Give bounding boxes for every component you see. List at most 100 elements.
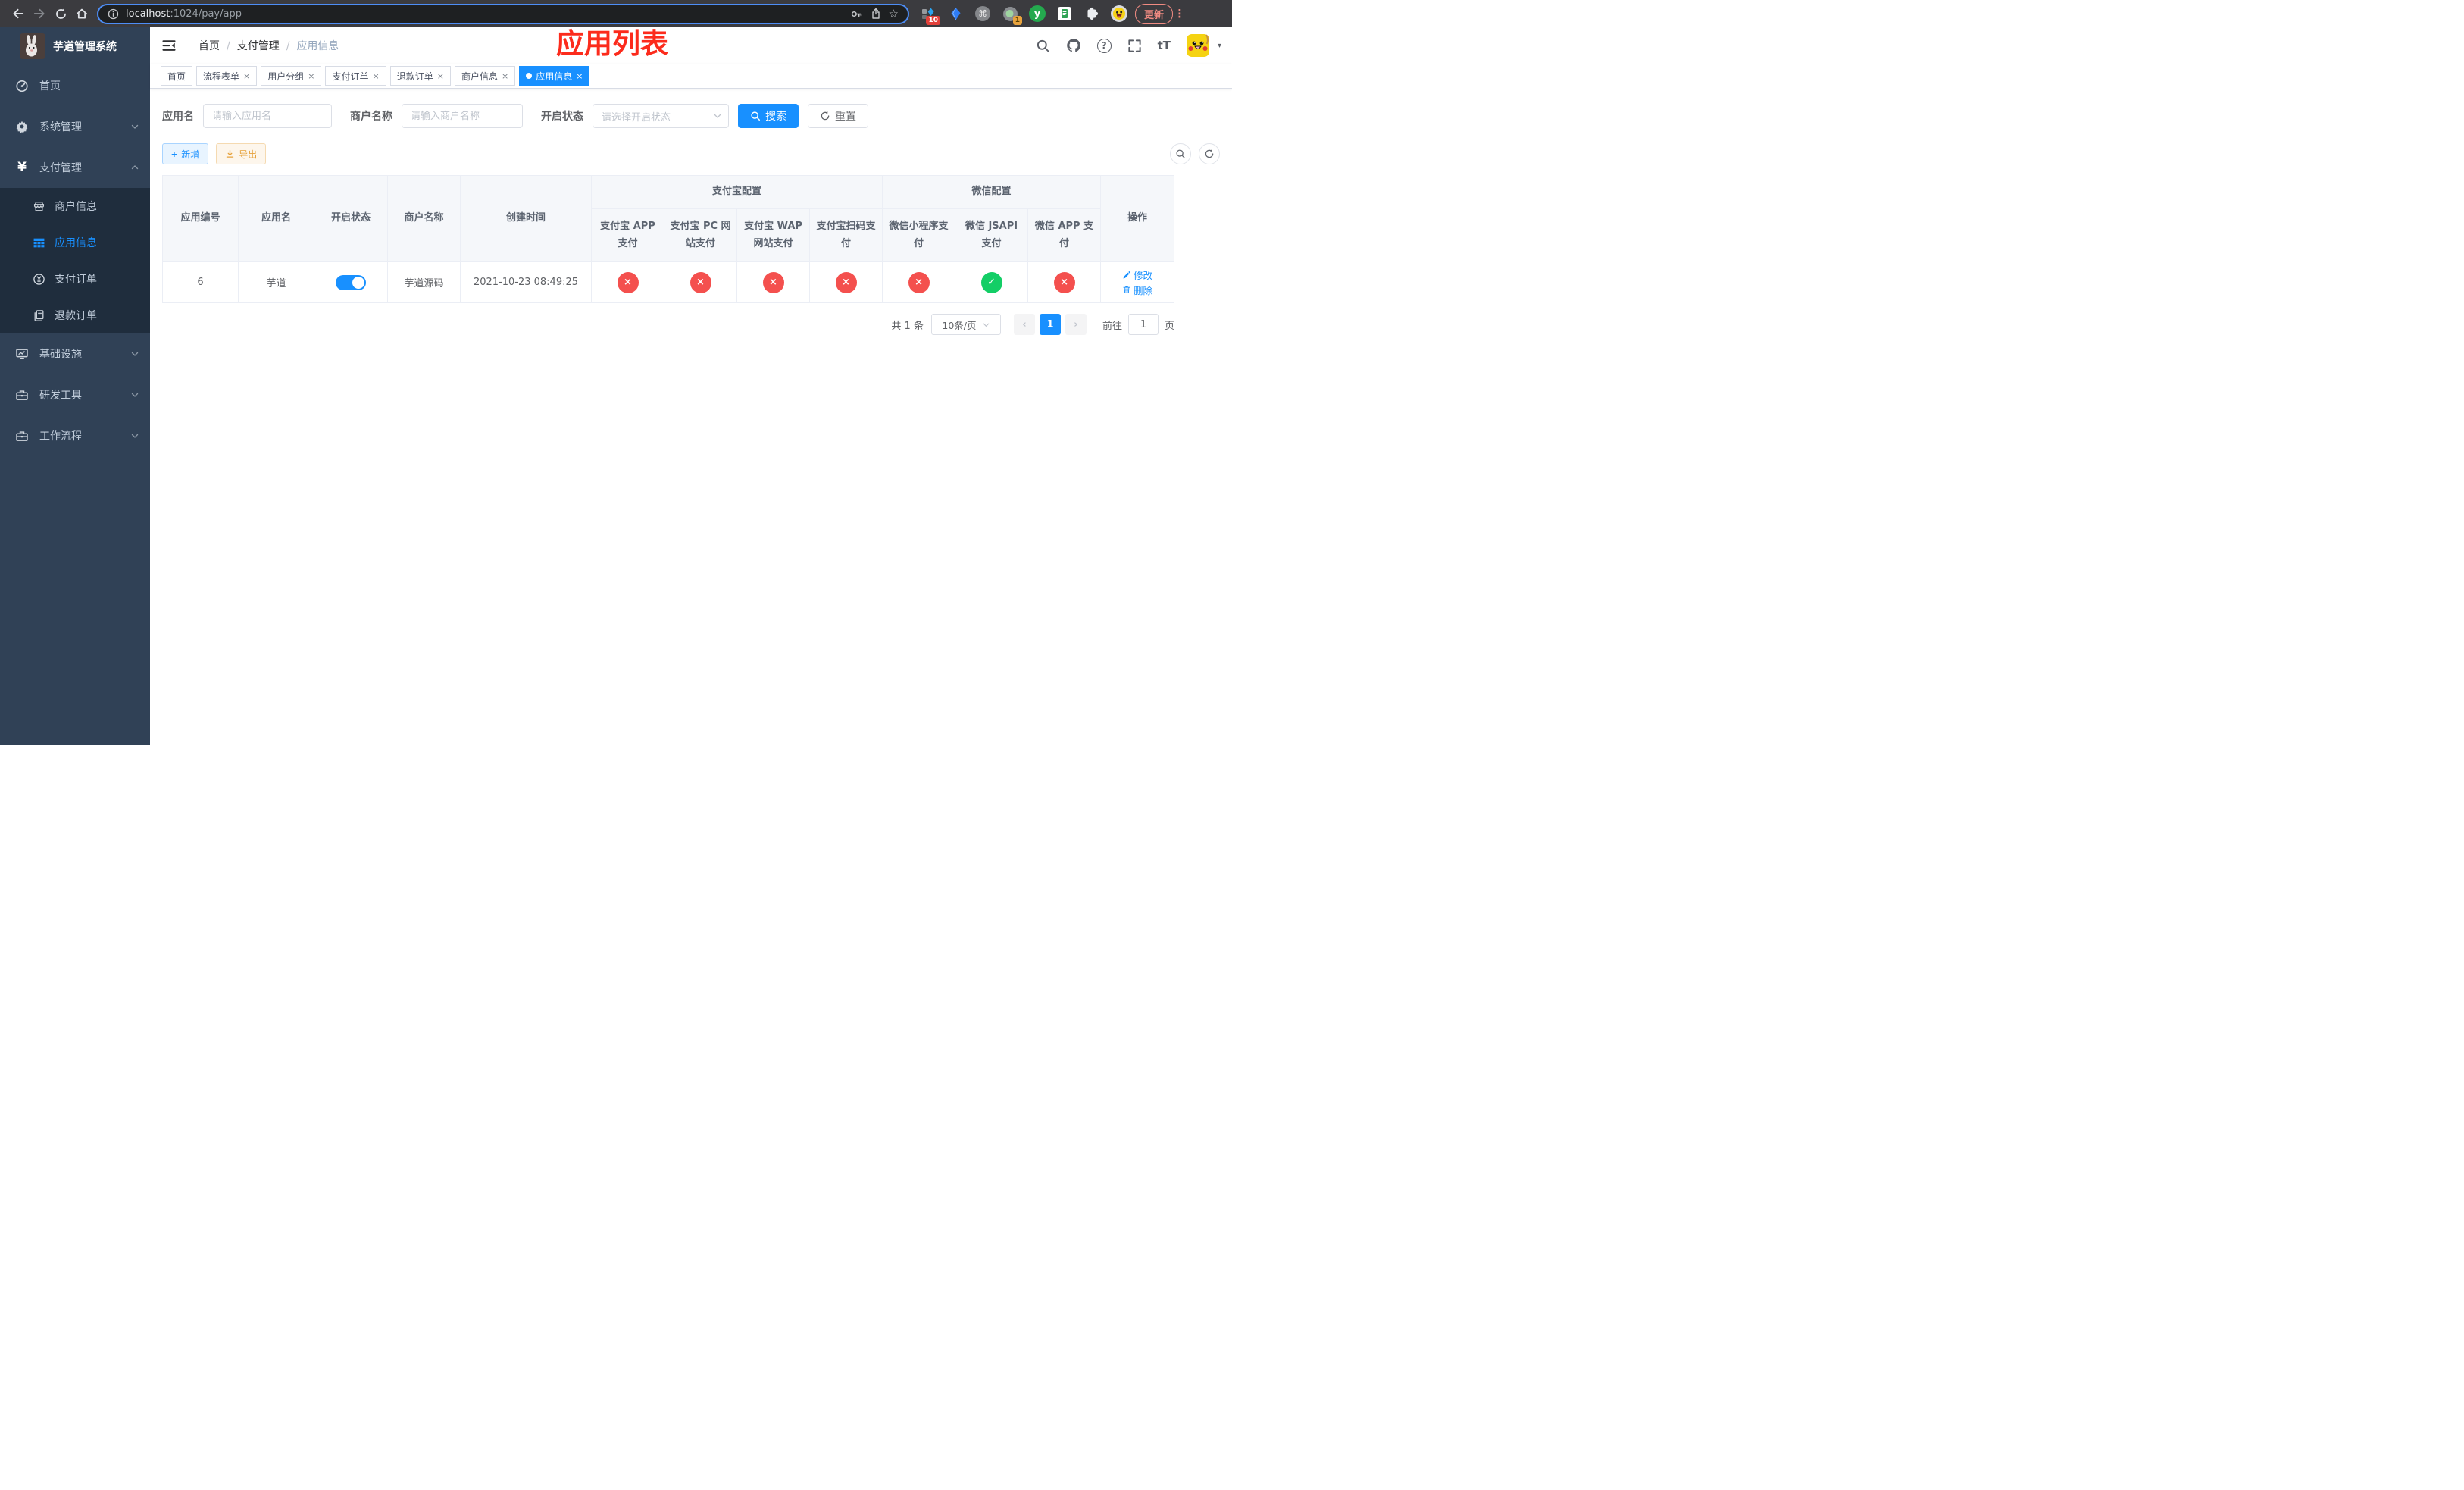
sidebar-item-home[interactable]: 首页 <box>0 65 150 106</box>
col-alipay-app: 支付宝 APP 支付 <box>591 208 664 262</box>
chevron-down-icon <box>130 349 139 358</box>
app-logo[interactable]: 芋道管理系统 <box>0 27 150 65</box>
next-page-button[interactable]: › <box>1065 314 1087 335</box>
extension-badge: 1 <box>1012 16 1022 25</box>
extension-kite-icon[interactable] <box>947 5 964 22</box>
sidebar-item-label: 基础设施 <box>39 349 82 361</box>
user-avatar[interactable] <box>1186 34 1209 57</box>
help-icon[interactable] <box>1096 38 1112 53</box>
status-label: 开启状态 <box>541 111 583 123</box>
page-1-button[interactable]: 1 <box>1039 314 1061 335</box>
close-icon[interactable] <box>373 71 380 81</box>
filter-form: 应用名 商户名称 开启状态 请选择开启状态 <box>162 104 1220 128</box>
download-icon <box>225 149 235 159</box>
sidebar: 芋道管理系统 首页 系统管理 ¥ 支付管理 商户信息 应用信息 支付订单 退款订… <box>0 27 150 745</box>
close-icon[interactable] <box>243 71 250 81</box>
sidebar-item-system[interactable]: 系统管理 <box>0 106 150 147</box>
sidebar-item-label: 支付管理 <box>39 162 82 174</box>
pagination-total: 共 1 条 <box>891 320 924 332</box>
tab-process-form[interactable]: 流程表单 <box>196 66 258 86</box>
reload-icon[interactable] <box>50 3 71 24</box>
tab-app-info[interactable]: 应用信息 <box>519 66 590 86</box>
close-icon[interactable] <box>308 71 314 81</box>
app-table: 应用编号 应用名 开启状态 商户名称 创建时间 支付宝配置 微信配置 操作 支付… <box>162 175 1175 303</box>
add-button[interactable]: 新增 <box>162 143 209 164</box>
tab-pay-order[interactable]: 支付订单 <box>325 66 386 86</box>
font-size-icon[interactable] <box>1158 39 1171 52</box>
tags-view: 首页 流程表单 用户分组 支付订单 退款订单 商户信息 应用信息 <box>150 64 1232 89</box>
close-icon[interactable] <box>576 71 583 81</box>
cell-app-id: 6 <box>162 261 239 303</box>
browser-profile-avatar[interactable] <box>1111 5 1127 22</box>
extension-command-icon[interactable] <box>974 5 991 22</box>
password-key-icon[interactable] <box>850 8 863 20</box>
col-status: 开启状态 <box>314 175 388 262</box>
forward-icon[interactable] <box>29 3 50 24</box>
url-text: localhost:1024/pay/app <box>126 8 843 20</box>
sidebar-item-refund-order[interactable]: 退款订单 <box>0 297 150 333</box>
table-row: 6 芋道 芋道源码 2021-10-23 08:49:25 × × × × × … <box>162 261 1175 303</box>
extension-grid-icon[interactable]: 10 <box>920 5 940 25</box>
delete-button[interactable]: 删除 <box>1122 283 1152 297</box>
sidebar-item-app-info[interactable]: 应用信息 <box>0 224 150 261</box>
address-bar[interactable]: localhost:1024/pay/app ☆ <box>97 3 909 24</box>
merchant-name-input[interactable] <box>402 104 523 128</box>
tab-home[interactable]: 首页 <box>161 66 193 86</box>
tab-merchant-info[interactable]: 商户信息 <box>454 66 516 86</box>
home-icon[interactable] <box>71 3 92 24</box>
extensions-puzzle-icon[interactable] <box>1083 5 1100 22</box>
refresh-table-button[interactable] <box>1199 143 1220 164</box>
page-info-icon[interactable] <box>108 8 119 20</box>
back-icon[interactable] <box>8 3 29 24</box>
chevron-down-icon <box>130 390 139 399</box>
tab-refund-order[interactable]: 退款订单 <box>389 66 451 86</box>
github-icon[interactable] <box>1066 38 1081 53</box>
sidebar-item-infra[interactable]: 基础设施 <box>0 333 150 374</box>
col-alipay-wap: 支付宝 WAP 网站支付 <box>736 208 810 262</box>
page-size-select[interactable]: 10条/页 <box>930 314 1001 335</box>
sidebar-item-merchant-info[interactable]: 商户信息 <box>0 188 150 224</box>
url-path: :1024/pay/app <box>170 8 242 20</box>
close-icon[interactable] <box>502 71 508 81</box>
search-icon[interactable] <box>1036 39 1050 53</box>
sidebar-item-pay[interactable]: ¥ 支付管理 <box>0 147 150 188</box>
sidebar-item-pay-order[interactable]: 支付订单 <box>0 261 150 297</box>
tab-user-group[interactable]: 用户分组 <box>261 66 322 86</box>
app-name-input[interactable] <box>203 104 332 128</box>
edit-button[interactable]: 修改 <box>1122 268 1152 282</box>
breadcrumb: 首页 支付管理 应用信息 <box>199 38 339 53</box>
breadcrumb-home[interactable]: 首页 <box>199 38 220 53</box>
reset-button[interactable]: 重置 <box>808 104 868 128</box>
chevron-down-icon <box>130 431 139 440</box>
share-icon[interactable] <box>870 8 882 20</box>
col-created: 创建时间 <box>460 175 592 262</box>
toggle-search-button[interactable] <box>1170 143 1191 164</box>
sidebar-item-workflow[interactable]: 工作流程 <box>0 415 150 456</box>
sidebar-item-devtools[interactable]: 研发工具 <box>0 374 150 415</box>
close-icon[interactable] <box>437 71 444 81</box>
search-button[interactable]: 搜索 <box>738 104 799 128</box>
browser-menu-icon[interactable] <box>1173 7 1187 20</box>
wechat-jsapi-status: ✓ <box>980 271 1002 293</box>
trash-icon <box>1122 285 1131 294</box>
goto-label: 前往 <box>1102 320 1122 332</box>
sidebar-collapse-icon[interactable] <box>161 37 177 54</box>
breadcrumb-pay[interactable]: 支付管理 <box>220 38 280 53</box>
export-button[interactable]: 导出 <box>216 143 267 164</box>
wechat-lite-status: × <box>908 271 930 293</box>
col-wechat-jsapi: 微信 JSAPI 支付 <box>955 208 1029 262</box>
extension-y-icon[interactable]: y <box>1029 5 1046 22</box>
bookmark-star-icon[interactable]: ☆ <box>889 8 899 20</box>
goto-page-input[interactable] <box>1127 314 1159 335</box>
status-select[interactable]: 请选择开启状态 <box>593 104 729 128</box>
sidebar-menu: 首页 系统管理 ¥ 支付管理 商户信息 应用信息 支付订单 退款订单 基础设施 … <box>0 65 150 456</box>
browser-update-button[interactable]: 更新 <box>1135 3 1174 24</box>
toolbox-icon <box>15 429 29 443</box>
enabled-switch[interactable] <box>336 274 366 290</box>
fullscreen-icon[interactable] <box>1127 39 1142 53</box>
extension-doc-icon[interactable] <box>1056 5 1073 22</box>
gear-icon <box>15 120 29 133</box>
user-dropdown-caret-icon[interactable] <box>1218 42 1221 50</box>
extension-recorder-icon[interactable]: 1 <box>1002 5 1022 25</box>
prev-page-button[interactable]: ‹ <box>1013 314 1035 335</box>
